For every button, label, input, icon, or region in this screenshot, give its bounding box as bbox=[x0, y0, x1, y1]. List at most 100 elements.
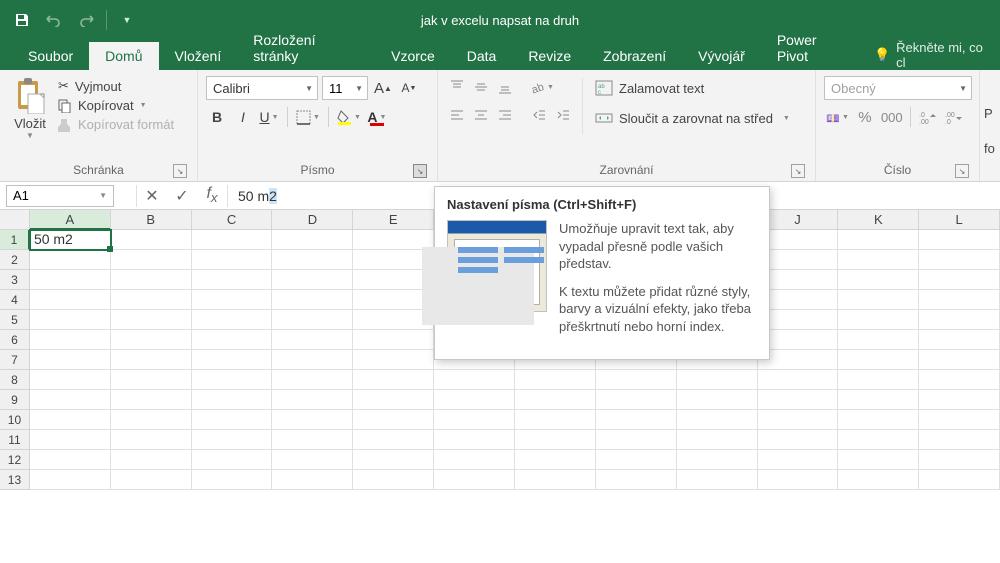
row-header[interactable]: 8 bbox=[0, 370, 30, 390]
cell[interactable] bbox=[111, 430, 192, 450]
cell[interactable] bbox=[919, 430, 1000, 450]
cell[interactable] bbox=[596, 450, 677, 470]
cell[interactable] bbox=[30, 390, 111, 410]
cell[interactable] bbox=[30, 410, 111, 430]
tab-zobrazeni[interactable]: Zobrazení bbox=[587, 42, 682, 70]
cell[interactable] bbox=[353, 330, 434, 350]
cell[interactable] bbox=[192, 310, 273, 330]
cell[interactable] bbox=[192, 370, 273, 390]
col-header[interactable]: C bbox=[192, 210, 273, 230]
cell[interactable] bbox=[30, 290, 111, 310]
cell[interactable] bbox=[596, 390, 677, 410]
cell[interactable] bbox=[919, 350, 1000, 370]
cell[interactable] bbox=[353, 250, 434, 270]
cell[interactable] bbox=[192, 350, 273, 370]
cell[interactable] bbox=[272, 470, 353, 490]
cell[interactable] bbox=[111, 370, 192, 390]
col-header[interactable]: D bbox=[272, 210, 353, 230]
row-header[interactable]: 9 bbox=[0, 390, 30, 410]
tab-powerpivot[interactable]: Power Pivot bbox=[761, 26, 864, 70]
cell[interactable] bbox=[272, 310, 353, 330]
cell[interactable] bbox=[677, 430, 758, 450]
decrease-decimal-button[interactable]: .00.0 bbox=[943, 106, 965, 128]
row-header[interactable]: 12 bbox=[0, 450, 30, 470]
shrink-font-button[interactable]: A▼ bbox=[398, 77, 420, 99]
row-header[interactable]: 2 bbox=[0, 250, 30, 270]
cell[interactable] bbox=[111, 230, 192, 250]
comma-button[interactable]: 000 bbox=[880, 106, 904, 128]
col-header[interactable]: A bbox=[30, 210, 111, 230]
cell[interactable] bbox=[30, 310, 111, 330]
paste-button[interactable]: Vložit ▼ bbox=[8, 74, 52, 140]
cell[interactable] bbox=[30, 270, 111, 290]
cell[interactable] bbox=[353, 430, 434, 450]
align-middle-button[interactable] bbox=[470, 76, 492, 98]
fx-button[interactable]: fx bbox=[197, 185, 227, 207]
cell[interactable] bbox=[919, 330, 1000, 350]
cell[interactable] bbox=[30, 370, 111, 390]
cell[interactable] bbox=[111, 410, 192, 430]
merge-center-button[interactable]: Sloučit a zarovnat na střed ▼ bbox=[591, 106, 794, 130]
cell[interactable] bbox=[919, 230, 1000, 250]
cell[interactable] bbox=[919, 370, 1000, 390]
tab-vyvojar[interactable]: Vývojář bbox=[682, 42, 761, 70]
cell[interactable] bbox=[596, 470, 677, 490]
col-header[interactable]: B bbox=[111, 210, 192, 230]
col-header[interactable]: L bbox=[919, 210, 1000, 230]
cell[interactable] bbox=[111, 350, 192, 370]
cell[interactable] bbox=[192, 330, 273, 350]
cell[interactable] bbox=[515, 450, 596, 470]
cell[interactable] bbox=[353, 390, 434, 410]
cell[interactable] bbox=[192, 430, 273, 450]
cell[interactable] bbox=[192, 250, 273, 270]
cell[interactable] bbox=[272, 410, 353, 430]
cell[interactable] bbox=[272, 250, 353, 270]
cell[interactable] bbox=[596, 370, 677, 390]
cell[interactable] bbox=[192, 410, 273, 430]
cell[interactable] bbox=[838, 250, 919, 270]
cell[interactable] bbox=[919, 410, 1000, 430]
cell[interactable] bbox=[838, 470, 919, 490]
font-color-button[interactable]: A▼ bbox=[366, 106, 388, 128]
cell[interactable] bbox=[192, 290, 273, 310]
cell[interactable] bbox=[353, 290, 434, 310]
font-size-select[interactable]: 11 ▼ bbox=[322, 76, 368, 100]
tab-revize[interactable]: Revize bbox=[512, 42, 587, 70]
customize-qat-icon[interactable]: ▼ bbox=[113, 6, 141, 34]
cell[interactable] bbox=[677, 370, 758, 390]
cell[interactable] bbox=[30, 250, 111, 270]
cell[interactable] bbox=[919, 250, 1000, 270]
cell[interactable] bbox=[272, 350, 353, 370]
cell[interactable] bbox=[272, 270, 353, 290]
wrap-text-button[interactable]: abc Zalamovat text bbox=[591, 76, 794, 100]
row-header[interactable]: 10 bbox=[0, 410, 30, 430]
cell[interactable] bbox=[111, 290, 192, 310]
name-box[interactable]: A1 ▼ bbox=[6, 185, 114, 207]
cell[interactable] bbox=[838, 230, 919, 250]
cell[interactable] bbox=[838, 430, 919, 450]
cell[interactable] bbox=[111, 270, 192, 290]
cell[interactable] bbox=[192, 270, 273, 290]
format-painter-button[interactable]: Kopírovat formát bbox=[58, 117, 174, 132]
cell[interactable] bbox=[272, 290, 353, 310]
row-header[interactable]: 3 bbox=[0, 270, 30, 290]
cell[interactable] bbox=[272, 370, 353, 390]
tab-vlozeni[interactable]: Vložení bbox=[159, 42, 238, 70]
cell[interactable] bbox=[758, 470, 839, 490]
cell[interactable] bbox=[111, 450, 192, 470]
cell[interactable] bbox=[272, 390, 353, 410]
cell[interactable] bbox=[515, 370, 596, 390]
tab-vzorce[interactable]: Vzorce bbox=[375, 42, 451, 70]
cell[interactable] bbox=[677, 390, 758, 410]
cell[interactable] bbox=[919, 290, 1000, 310]
cell[interactable] bbox=[919, 270, 1000, 290]
col-header[interactable]: K bbox=[838, 210, 919, 230]
cell[interactable]: 50 m2 bbox=[30, 230, 111, 250]
italic-button[interactable]: I bbox=[232, 106, 254, 128]
cell[interactable] bbox=[434, 450, 515, 470]
cell[interactable] bbox=[838, 410, 919, 430]
redo-icon[interactable] bbox=[72, 6, 100, 34]
cell[interactable] bbox=[192, 470, 273, 490]
cell[interactable] bbox=[353, 410, 434, 430]
cell[interactable] bbox=[758, 430, 839, 450]
